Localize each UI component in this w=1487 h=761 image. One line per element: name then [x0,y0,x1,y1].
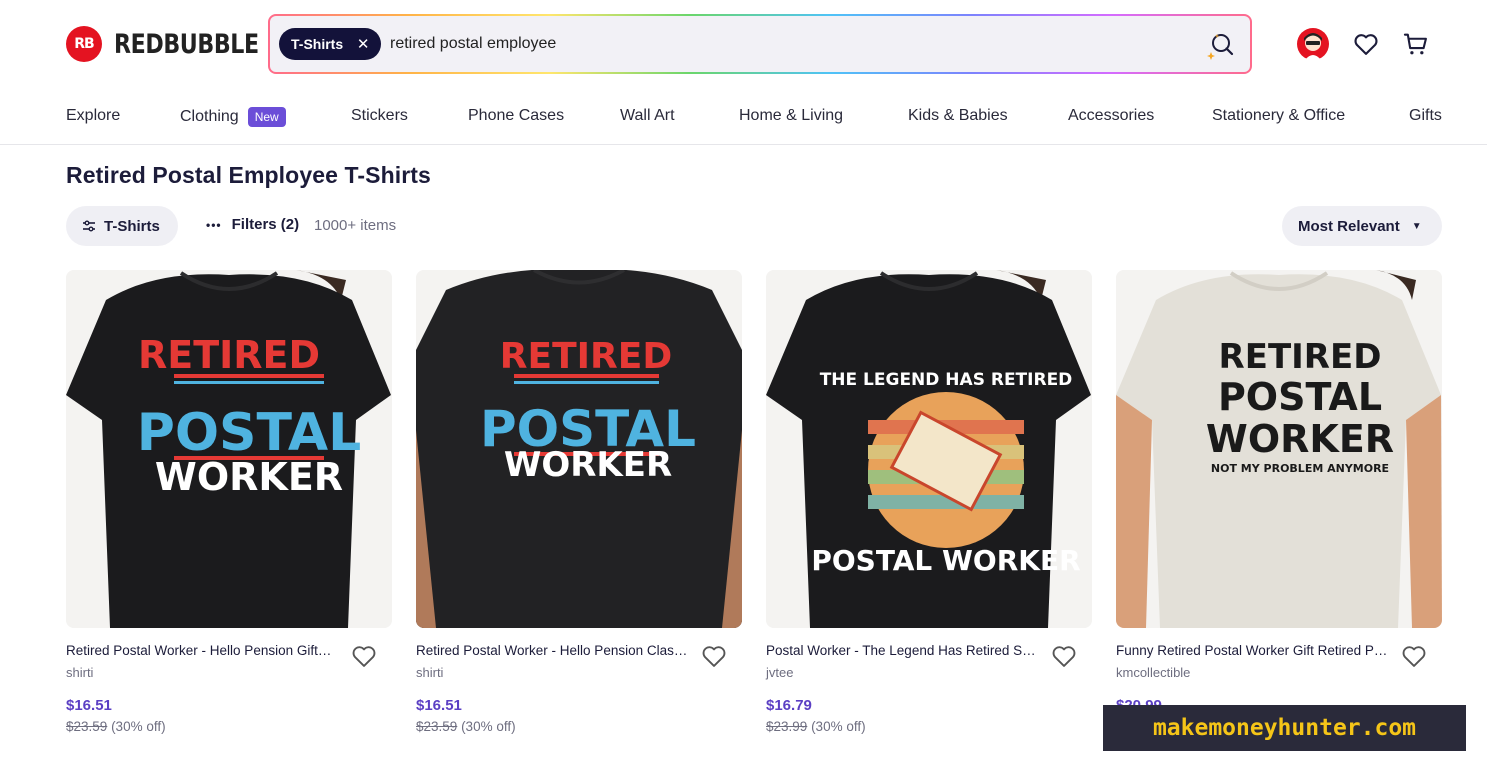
nav-item-wall-art[interactable]: Wall Art [620,107,675,125]
more-icon: ••• [206,217,222,232]
page-title: Retired Postal Employee T-Shirts [66,162,431,188]
strikethrough-price: $23.59 [66,719,108,734]
discount-label: (30% off) [811,719,866,734]
sliders-icon [83,220,95,232]
filters-button[interactable]: ••• Filters (2) [206,216,299,233]
product-title[interactable]: Funny Retired Postal Worker Gift Retired… [1116,643,1391,658]
site-header: RB REDBUBBLE T-Shirts ✕ [0,0,1487,88]
nav-item-accessories[interactable]: Accessories [1068,107,1154,125]
heart-icon[interactable] [1350,28,1382,60]
sort-dropdown[interactable]: Most Relevant ▼ [1282,206,1442,246]
svg-text:RETIRED: RETIRED [1219,337,1382,377]
product-original-price: $23.99 (30% off) [766,719,866,734]
category-chip-label: T-Shirts [291,36,344,52]
new-badge: New [247,107,286,127]
nav-item-kids-babies[interactable]: Kids & Babies [908,107,1008,125]
nav-item-stickers[interactable]: Stickers [351,107,408,125]
product-image[interactable]: RETIRED POSTAL WORKER NOT MY PROBLEM ANY… [1116,270,1442,628]
product-card[interactable]: THE LEGEND HAS RETIRED POSTAL WORKER Pos… [766,270,1092,734]
product-price: $16.51 [416,697,462,714]
search-input[interactable] [390,30,1090,58]
svg-text:THE LEGEND HAS RETIRED: THE LEGEND HAS RETIRED [820,370,1073,390]
svg-text:WORKER: WORKER [1206,417,1394,461]
product-artist[interactable]: jvtee [766,665,793,680]
svg-text:POSTAL WORKER: POSTAL WORKER [811,544,1080,577]
redbubble-logo[interactable]: RB REDBUBBLE [66,26,290,62]
heart-icon[interactable] [350,642,378,670]
nav-item-explore[interactable]: Explore [66,107,120,125]
svg-text:WORKER: WORKER [155,455,343,499]
product-title[interactable]: Retired Postal Worker - Hello Pension Gi… [66,643,341,658]
product-title[interactable]: Retired Postal Worker - Hello Pension Cl… [416,643,691,658]
heart-icon[interactable] [1050,642,1078,670]
discount-label: (30% off) [461,719,516,734]
cart-icon[interactable] [1400,28,1432,60]
product-original-price: $23.59 (30% off) [416,719,516,734]
svg-text:RETIRED: RETIRED [500,336,672,377]
category-filter-label: T-Shirts [104,217,160,235]
svg-text:WORKER: WORKER [504,445,672,485]
search-icon[interactable] [1204,30,1236,62]
product-title[interactable]: Postal Worker - The Legend Has Retired S… [766,643,1041,658]
product-card[interactable]: RETIRED POSTAL WORKER Retired Postal Wor… [66,270,392,734]
tshirt-image: THE LEGEND HAS RETIRED POSTAL WORKER [766,270,1092,628]
product-price: $16.51 [66,697,112,714]
watermark-banner: makemoneyhunter.com [1103,705,1466,751]
product-image[interactable]: RETIRED POSTAL WORKER [416,270,742,628]
product-image[interactable]: RETIRED POSTAL WORKER [66,270,392,628]
svg-text:NOT MY PROBLEM ANYMORE: NOT MY PROBLEM ANYMORE [1211,462,1389,475]
nav-item-home-living[interactable]: Home & Living [739,107,843,125]
product-artist[interactable]: kmcollectible [1116,665,1190,680]
product-artist[interactable]: shirti [416,665,443,680]
product-card[interactable]: RETIRED POSTAL WORKER Retired Postal Wor… [416,270,742,734]
heart-icon[interactable] [1400,642,1428,670]
svg-text:POSTAL: POSTAL [1218,375,1382,419]
product-original-price: $23.59 (30% off) [66,719,166,734]
discount-label: (30% off) [111,719,166,734]
strikethrough-price: $23.99 [766,719,808,734]
svg-text:RETIRED: RETIRED [138,333,320,377]
product-price: $16.79 [766,697,812,714]
category-chip[interactable]: T-Shirts ✕ [279,28,382,60]
strikethrough-price: $23.59 [416,719,458,734]
svg-text:POSTAL: POSTAL [137,403,362,463]
avatar[interactable] [1297,28,1329,60]
search-bar: T-Shirts ✕ [268,14,1252,74]
logo-mark: RB [66,26,102,62]
nav-item-label: Clothing [180,108,239,125]
sort-label: Most Relevant [1298,217,1400,235]
tshirt-image: RETIRED POSTAL WORKER [66,270,392,628]
chevron-down-icon: ▼ [1411,220,1422,232]
nav-item-gifts[interactable]: Gifts [1409,107,1442,125]
category-nav: Explore Clothing New Stickers Phone Case… [0,88,1487,145]
product-image[interactable]: THE LEGEND HAS RETIRED POSTAL WORKER [766,270,1092,628]
logo-wordmark: REDBUBBLE [114,28,259,60]
product-card[interactable]: RETIRED POSTAL WORKER NOT MY PROBLEM ANY… [1116,270,1442,714]
nav-item-phone-cases[interactable]: Phone Cases [468,107,564,125]
nav-item-clothing[interactable]: Clothing New [180,107,286,127]
nav-item-stationery[interactable]: Stationery & Office [1212,107,1345,125]
item-count: 1000+ items [314,217,397,234]
tshirt-image: RETIRED POSTAL WORKER NOT MY PROBLEM ANY… [1116,270,1442,628]
close-icon[interactable]: ✕ [353,34,373,54]
filters-label: Filters (2) [231,216,300,233]
heart-icon[interactable] [700,642,728,670]
tshirt-image: RETIRED POSTAL WORKER [416,270,742,628]
category-filter-button[interactable]: T-Shirts [66,206,178,246]
product-artist[interactable]: shirti [66,665,93,680]
